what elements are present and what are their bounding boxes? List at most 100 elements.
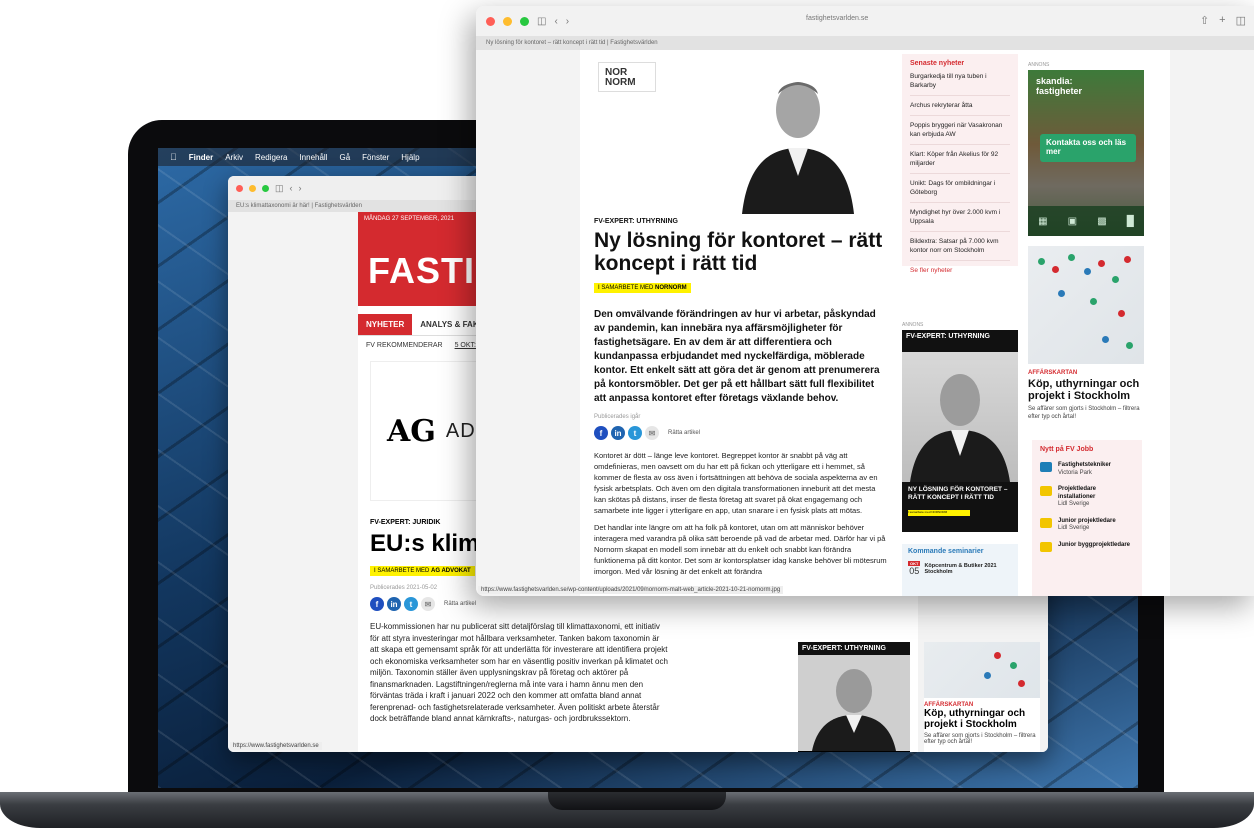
share-row: f in t ✉ Rätta artikel	[594, 426, 888, 440]
share-icon[interactable]: ⇧	[1200, 14, 1209, 27]
job-item[interactable]: Projektledare installationer Lidl Sverige	[1040, 486, 1134, 509]
article-headline: Ny lösning för kontoret – rätt koncept i…	[594, 229, 883, 275]
seminar-item[interactable]: OKT 05 Köpcentrum & Butiker 2021 Stockholm	[908, 561, 1012, 576]
report-article-link[interactable]: Rätta artikel	[444, 601, 476, 607]
tabs-overview-icon[interactable]: ◫	[1236, 14, 1246, 27]
mail-icon[interactable]: ✉	[421, 597, 435, 611]
menu-innehall[interactable]: Innehåll	[299, 153, 327, 162]
news-item[interactable]: Unikt: Dags för ombildningar i Göteborg	[910, 174, 1010, 203]
fv-ad-head: FV-EXPERT: UTHYRNING	[902, 330, 1018, 343]
seminars-title: Kommande seminarier	[908, 548, 984, 555]
twitter-icon[interactable]: t	[628, 426, 642, 440]
back-map-card[interactable]: AFFÄRSKARTAN Köp, uthyrningar och projek…	[924, 642, 1040, 752]
front-page: NOR NORM FV-EXPERT: UTHYRNING Ny lösning…	[580, 50, 1170, 596]
recommend-label: FV REKOMMENDERAR	[366, 342, 443, 349]
linkedin-icon[interactable]: in	[387, 597, 401, 611]
menu-arkiv[interactable]: Arkiv	[225, 153, 243, 162]
company-logo-icon	[1040, 541, 1052, 552]
twitter-icon[interactable]: t	[404, 597, 418, 611]
close-window-button[interactable]	[236, 184, 243, 192]
hero-image: NOR NORM	[588, 54, 884, 214]
job-company: Lidl Sverige	[1058, 501, 1090, 507]
company-logo-icon	[1040, 462, 1052, 472]
mail-icon[interactable]: ✉	[645, 426, 659, 440]
front-browser-toolbar: ◫ ‹ › fastighetsvarlden.se ⇧ + ◫	[476, 6, 1254, 36]
ad-caption: NY LÖSNING FÖR KONTORET – RÄTT KONCEPT I…	[908, 486, 1008, 501]
news-item[interactable]: Archus rekryterar åtta	[910, 96, 1010, 116]
more-news-link[interactable]: Se fler nyheter	[910, 267, 1010, 274]
news-item[interactable]: Burgarkedja till nya tuben i Barkarby	[910, 67, 1010, 96]
skandia-ad[interactable]: skandia: fastigheter Kontakta oss och lä…	[1028, 70, 1144, 236]
person-photo	[742, 82, 854, 214]
nav-tab-nyheter[interactable]: NYHETER	[358, 314, 413, 335]
toolbar-right-icons: ⇧ + ◫	[1200, 14, 1246, 27]
job-company: Lidl Sverige	[1058, 525, 1090, 531]
minimize-window-button[interactable]	[249, 184, 256, 192]
article-paragraph: Kontoret är dött – länge leve kontoret. …	[594, 451, 878, 515]
job-item[interactable]: Fastighetstekniker Victoria Park	[1040, 462, 1134, 477]
skandia-icons: ▦ ▣ ▩ █	[1028, 206, 1144, 236]
close-window-button[interactable]	[486, 16, 495, 26]
skandia-cta-button[interactable]: Kontakta oss och läs mer	[1040, 134, 1136, 162]
forward-nav-icon[interactable]: ›	[299, 183, 302, 193]
menu-finder[interactable]: Finder	[189, 153, 213, 162]
collab-badge: I SAMARBETE MED NORNORM	[594, 283, 691, 293]
person-photo	[902, 352, 1018, 482]
publish-date: Publicerades igår	[594, 414, 641, 420]
laptop-notch	[548, 792, 726, 810]
news-item[interactable]: Myndighet hyr över 2.000 kvm i Uppsala	[910, 203, 1010, 232]
address-bar[interactable]: fastighetsvarlden.se	[806, 15, 868, 22]
map-image	[924, 642, 1040, 698]
share-row: f in t ✉ Rätta artikel	[370, 597, 906, 611]
back-nav-icon[interactable]: ‹	[290, 183, 293, 193]
front-browser-content: NOR NORM FV-EXPERT: UTHYRNING Ny lösning…	[476, 50, 1254, 596]
back-status-url: https://www.fastighetsvarlden.se	[230, 742, 322, 750]
sidebar-toggle-icon[interactable]: ◫	[275, 183, 284, 194]
facebook-icon[interactable]: f	[594, 426, 608, 440]
ag-logo-mark: AG	[387, 413, 436, 449]
news-item[interactable]: Klart: Köper från Akelius för 92 miljard…	[910, 145, 1010, 174]
ad-label: ANNONS	[902, 322, 924, 328]
report-article-link[interactable]: Rätta artikel	[668, 430, 700, 436]
map-desc: Se affärer som gjorts i Stockholm – filt…	[1028, 406, 1140, 420]
job-item[interactable]: Junior projektledare Lidl Sverige	[1040, 517, 1134, 533]
apple-icon[interactable]: 	[170, 152, 177, 162]
building-icon: ▦	[1038, 215, 1048, 227]
back-nav-icon[interactable]: ‹	[554, 16, 557, 27]
map-desc: Se affärer som gjorts i Stockholm – filt…	[924, 733, 1036, 745]
fv-jobb-box: Nytt på FV Jobb Fastighetstekniker Victor…	[1032, 440, 1142, 596]
new-tab-icon[interactable]: +	[1219, 14, 1225, 27]
zoom-window-button[interactable]	[262, 184, 269, 192]
fv-expert-ad[interactable]: FV-EXPERT: UTHYRNING NY LÖSNING FÖR KONT…	[902, 330, 1018, 532]
map-title[interactable]: Köp, uthyrningar och projekt i Stockholm	[924, 708, 1040, 730]
menu-hjalp[interactable]: Hjälp	[401, 153, 419, 162]
news-item[interactable]: Bildextra: Satsar på 7.000 kvm kontor no…	[910, 232, 1010, 261]
front-browser-tab[interactable]: Ny lösning för kontoret – rätt koncept i…	[476, 36, 1254, 50]
ad-label: ANNONS	[1028, 62, 1050, 68]
seminar-name: Köpcentrum & Butiker 2021	[924, 562, 997, 569]
linkedin-icon[interactable]: in	[611, 426, 625, 440]
facebook-icon[interactable]: f	[370, 597, 384, 611]
affarskartan-card[interactable]: AFFÄRSKARTAN Köp, uthyrningar och projek…	[1028, 246, 1144, 426]
ad-collab-bar: I samarbete med NORNORM	[908, 510, 970, 516]
job-item[interactable]: Junior byggprojektledare	[1040, 541, 1134, 552]
collab-partner[interactable]: AG ADVOKAT	[431, 568, 471, 574]
front-browser-window: ◫ ‹ › fastighetsvarlden.se ⇧ + ◫ Ny lösn…	[476, 6, 1254, 596]
job-company: Victoria Park	[1058, 469, 1092, 476]
map-title[interactable]: Köp, uthyrningar och projekt i Stockholm	[1028, 378, 1144, 402]
forward-nav-icon[interactable]: ›	[566, 16, 569, 27]
mockup-stage:  Finder Arkiv Redigera Innehåll Gå Föns…	[0, 0, 1254, 828]
fv-expert-ad[interactable]: FV-EXPERT: UTHYRNING	[798, 642, 910, 752]
collab-partner[interactable]: NORNORM	[655, 285, 687, 291]
seminar-day: 05	[909, 566, 920, 576]
job-title: Junior projektledare	[1058, 517, 1116, 524]
minimize-window-button[interactable]	[503, 16, 512, 26]
menu-fonster[interactable]: Fönster	[362, 153, 389, 162]
menu-ga[interactable]: Gå	[339, 153, 350, 162]
company-logo-icon	[1040, 486, 1052, 496]
article-lead: Den omvälvande förändringen av hur vi ar…	[594, 309, 880, 404]
news-item[interactable]: Poppis bryggeri när Vasakronan kan erbju…	[910, 116, 1010, 145]
zoom-window-button[interactable]	[520, 16, 529, 26]
menu-redigera[interactable]: Redigera	[255, 153, 287, 162]
sidebar-toggle-icon[interactable]: ◫	[537, 16, 546, 27]
